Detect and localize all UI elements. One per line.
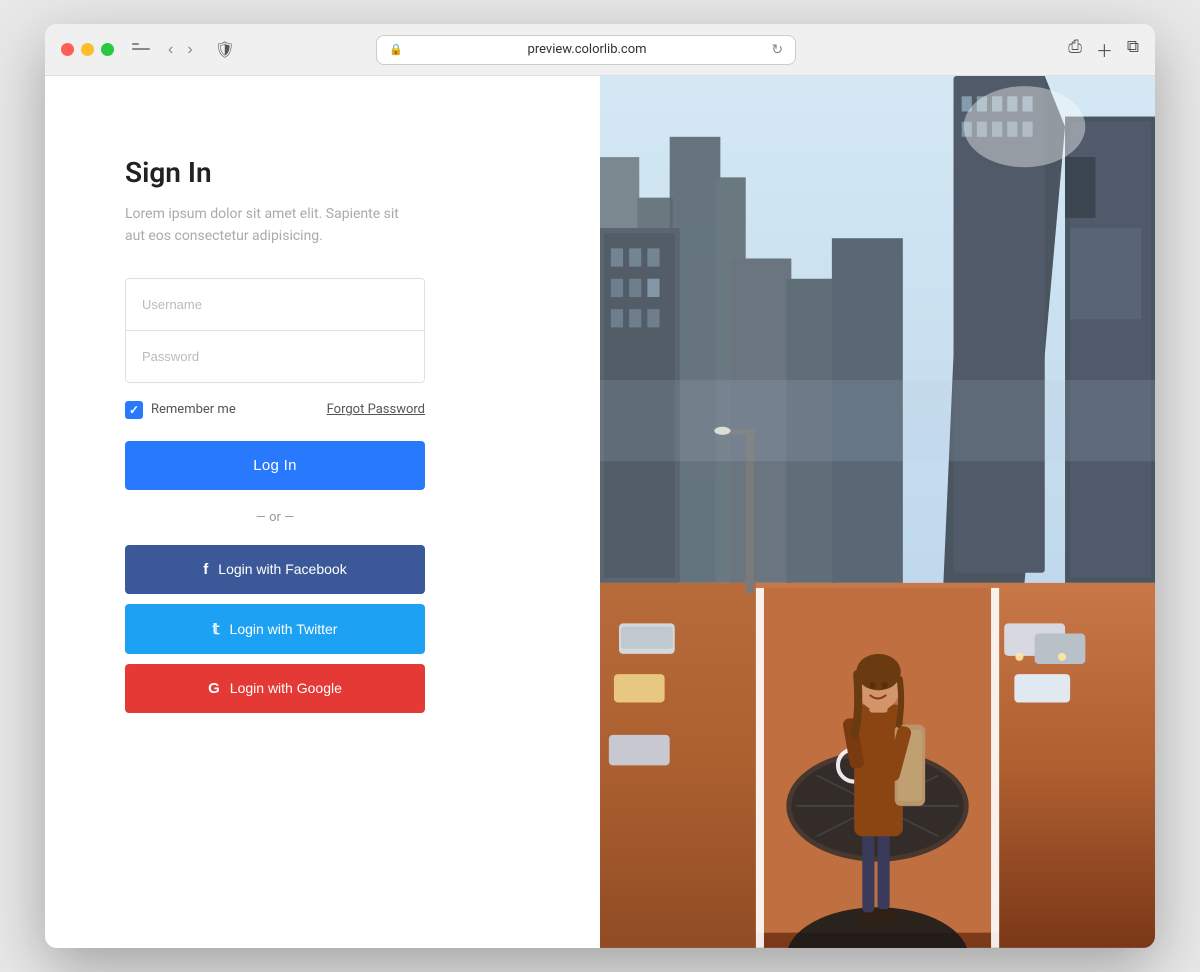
url-text: preview.colorlib.com [409, 42, 766, 57]
shield-icon: 🛡 [215, 40, 235, 59]
facebook-icon: f [203, 561, 208, 578]
twitter-icon: 𝕥 [213, 620, 220, 638]
reload-icon[interactable]: ↻ [771, 42, 783, 58]
credentials-group [125, 278, 425, 383]
twitter-login-button[interactable]: 𝕥 Login with Twitter [125, 604, 425, 654]
google-login-label: Login with Google [230, 680, 342, 696]
login-form: Remember me Forgot Password Log In — or … [125, 278, 425, 723]
hero-image [600, 76, 1155, 948]
nav-arrows: ‹ › [164, 39, 197, 61]
tab-overview-icon[interactable]: ⧉ [1127, 37, 1139, 62]
or-divider: — or — [125, 510, 425, 525]
toolbar-actions: ⎙ ＋ ⧉ [1068, 37, 1139, 62]
options-row: Remember me Forgot Password [125, 401, 425, 419]
page-subtitle: Lorem ipsum dolor sit amet elit. Sapient… [125, 203, 405, 248]
address-bar[interactable]: 🔒 preview.colorlib.com ↻ [376, 35, 796, 65]
maximize-button[interactable] [101, 43, 114, 56]
page-title: Sign In [125, 156, 540, 189]
browser-content: Sign In Lorem ipsum dolor sit amet elit.… [45, 76, 1155, 948]
browser-toolbar: ‹ › 🛡 🔒 preview.colorlib.com ↻ ⎙ ＋ ⧉ [45, 24, 1155, 76]
google-login-button[interactable]: G Login with Google [125, 664, 425, 713]
remember-me-group: Remember me [125, 401, 236, 419]
share-icon[interactable]: ⎙ [1068, 37, 1082, 62]
password-input[interactable] [126, 331, 424, 382]
facebook-login-button[interactable]: f Login with Facebook [125, 545, 425, 594]
login-button[interactable]: Log In [125, 441, 425, 490]
back-button[interactable]: ‹ [164, 39, 177, 61]
remember-me-label: Remember me [151, 402, 236, 417]
minimize-button[interactable] [81, 43, 94, 56]
close-button[interactable] [61, 43, 74, 56]
facebook-login-label: Login with Facebook [218, 561, 346, 577]
google-icon: G [208, 680, 220, 697]
left-panel: Sign In Lorem ipsum dolor sit amet elit.… [45, 76, 600, 948]
forgot-password-link[interactable]: Forgot Password [327, 402, 425, 417]
right-panel [600, 76, 1155, 948]
username-input[interactable] [126, 279, 424, 331]
twitter-login-label: Login with Twitter [230, 621, 338, 637]
forward-button[interactable]: › [183, 39, 196, 61]
sidebar-toggle-icon[interactable] [132, 43, 150, 57]
browser-window: ‹ › 🛡 🔒 preview.colorlib.com ↻ ⎙ ＋ ⧉ Sig… [45, 24, 1155, 948]
traffic-lights [61, 43, 114, 56]
lock-icon: 🔒 [389, 43, 403, 56]
remember-me-checkbox[interactable] [125, 401, 143, 419]
new-tab-icon[interactable]: ＋ [1096, 37, 1113, 62]
